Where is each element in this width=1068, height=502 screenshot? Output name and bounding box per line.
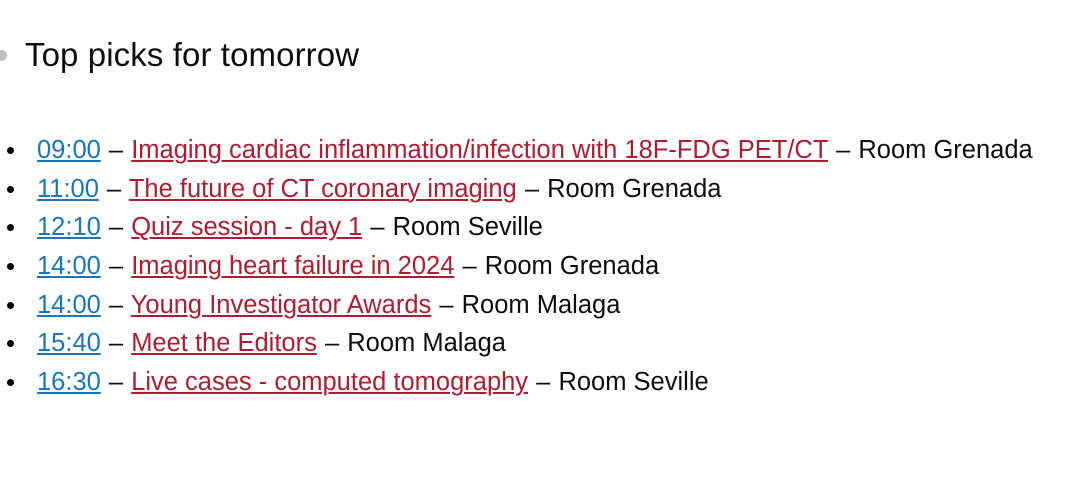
session-separator: –: [536, 368, 551, 397]
session-title-link[interactable]: Meet the Editors: [131, 329, 317, 357]
session-separator: –: [462, 252, 477, 281]
session-separator: –: [836, 136, 851, 164]
list-item: 12:10 – Quiz session - day 1 – Room Sevi…: [0, 208, 1068, 247]
session-separator: –: [107, 174, 122, 203]
list-bullet-icon: [7, 185, 14, 193]
session-room: Room Seville: [392, 213, 543, 242]
list-bullet-icon: [7, 224, 14, 232]
list-item: 11:00 – The future of CT coronary imagin…: [0, 170, 1068, 209]
session-title-link[interactable]: Imaging cardiac inflammation/infection w…: [131, 136, 828, 164]
session-time-link[interactable]: 09:00: [37, 136, 101, 164]
session-room: Room Grenada: [858, 136, 1033, 164]
list-item: 09:00 – Imaging cardiac inflammation/inf…: [0, 131, 1068, 170]
session-room: Room Malaga: [461, 290, 621, 319]
list-bullet-icon: [7, 340, 14, 348]
list-bullet-icon: [7, 262, 14, 270]
session-separator: –: [108, 368, 124, 397]
session-separator: –: [324, 329, 340, 358]
session-room: Room Grenada: [484, 252, 660, 281]
session-separator: –: [439, 290, 454, 319]
list-item: 14:00 – Young Investigator Awards – Room…: [0, 286, 1068, 325]
session-separator: –: [108, 136, 124, 164]
list-bullet-icon: [7, 146, 14, 154]
session-room: Room Malaga: [347, 329, 506, 358]
session-separator: –: [524, 174, 539, 203]
session-time-link[interactable]: 11:00: [37, 175, 99, 203]
slide-heading: Top picks for tomorrow: [0, 34, 359, 76]
session-list: 09:00 – Imaging cardiac inflammation/inf…: [0, 131, 1068, 402]
list-item: 14:00 – Imaging heart failure in 2024 – …: [0, 247, 1068, 286]
session-separator: –: [108, 290, 124, 319]
session-time-link[interactable]: 14:00: [37, 291, 101, 319]
session-time-link[interactable]: 16:30: [37, 368, 101, 396]
session-title-link[interactable]: Live cases - computed tomography: [131, 368, 528, 396]
session-separator: –: [108, 329, 124, 358]
session-time-link[interactable]: 15:40: [37, 329, 101, 357]
session-separator: –: [108, 213, 124, 242]
session-time-link[interactable]: 12:10: [37, 213, 101, 241]
heading-text: Top picks for tomorrow: [25, 36, 360, 73]
session-room: Room Seville: [558, 368, 709, 397]
heading-bullet-icon: [0, 49, 7, 61]
session-separator: –: [370, 213, 385, 242]
session-room: Room Grenada: [547, 174, 722, 203]
session-title-link[interactable]: Quiz session - day 1: [131, 213, 362, 241]
session-time-link[interactable]: 14:00: [37, 252, 101, 280]
session-title-link[interactable]: Young Investigator Awards: [131, 291, 432, 319]
session-title-link[interactable]: The future of CT coronary imaging: [129, 175, 517, 203]
slide-canvas: Top picks for tomorrow 09:00 – Imaging c…: [0, 0, 1068, 502]
session-separator: –: [108, 252, 124, 281]
session-title-link[interactable]: Imaging heart failure in 2024: [131, 252, 454, 280]
list-item: 16:30 – Live cases - computed tomography…: [0, 363, 1068, 402]
list-bullet-icon: [7, 378, 14, 386]
list-bullet-icon: [7, 301, 14, 309]
list-item: 15:40 – Meet the Editors – Room Malaga: [0, 324, 1068, 363]
